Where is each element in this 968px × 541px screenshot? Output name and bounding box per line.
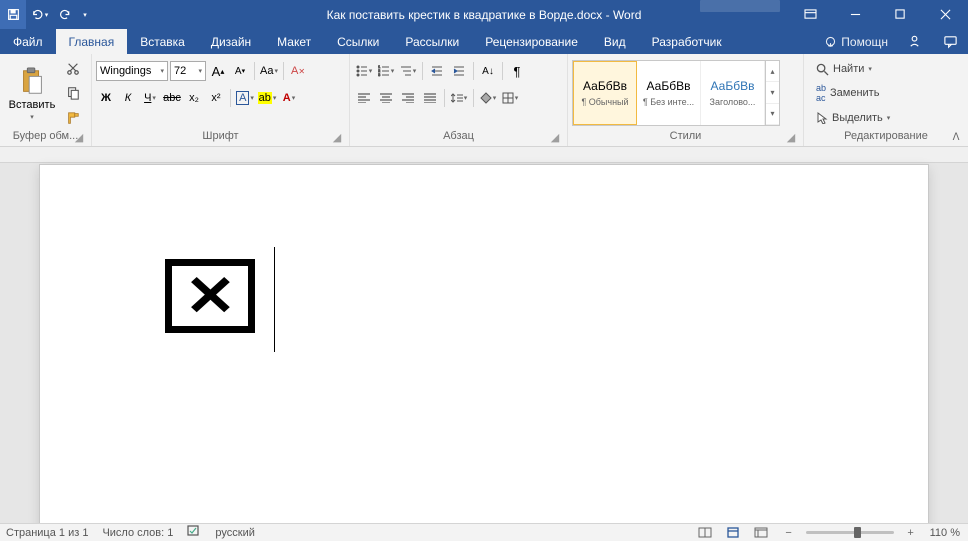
paragraph-marks-icon[interactable]: ¶ <box>507 61 527 81</box>
decrease-indent-icon[interactable] <box>427 61 447 81</box>
font-group-label: Шрифт◢ <box>96 130 345 146</box>
gallery-up-icon[interactable]: ▴ <box>766 61 779 82</box>
qat-customize-icon[interactable]: ▾ <box>78 0 92 29</box>
document-area[interactable]: ✕ <box>0 147 968 523</box>
cut-icon[interactable] <box>62 58 84 80</box>
styles-gallery[interactable]: АаБбВв ¶ Обычный АаБбВв ¶ Без инте... Аа… <box>572 60 780 126</box>
align-center-icon[interactable] <box>376 88 396 108</box>
undo-icon[interactable]: ▾ <box>26 0 52 29</box>
tab-view[interactable]: Вид <box>591 29 639 54</box>
read-mode-icon[interactable] <box>694 525 716 541</box>
gallery-more-icon[interactable]: ▾ <box>766 104 779 125</box>
style-normal[interactable]: АаБбВв ¶ Обычный <box>573 61 637 125</box>
clipboard-group-label: Буфер обм...◢ <box>4 130 87 146</box>
subscript-icon[interactable]: x₂ <box>184 88 204 108</box>
share-icon[interactable] <box>896 29 932 54</box>
clipboard-dialog-icon[interactable]: ◢ <box>73 131 85 143</box>
bold-button[interactable]: Ж <box>96 88 116 108</box>
minimize-icon[interactable] <box>833 0 878 29</box>
font-size-input[interactable]: 72▾ <box>170 61 206 81</box>
change-case-icon[interactable]: Aa <box>259 61 279 81</box>
font-dialog-icon[interactable]: ◢ <box>331 131 343 143</box>
tab-mailings[interactable]: Рассылки <box>392 29 472 54</box>
account-area <box>700 0 780 12</box>
save-icon[interactable] <box>0 0 26 29</box>
font-name-input[interactable]: Wingdings▾ <box>96 61 168 81</box>
tab-insert[interactable]: Вставка <box>127 29 198 54</box>
increase-indent-icon[interactable] <box>449 61 469 81</box>
zoom-level[interactable]: 110 % <box>930 527 960 539</box>
strike-button[interactable]: abc <box>162 88 182 108</box>
gallery-down-icon[interactable]: ▾ <box>766 82 779 103</box>
zoom-slider[interactable] <box>806 531 894 534</box>
font-color-icon[interactable]: A <box>279 88 299 108</box>
align-right-icon[interactable] <box>398 88 418 108</box>
print-layout-icon[interactable] <box>722 525 744 541</box>
copy-icon[interactable] <box>62 82 84 104</box>
text-cursor <box>274 247 275 352</box>
status-words[interactable]: Число слов: 1 <box>102 527 173 539</box>
maximize-icon[interactable] <box>878 0 923 29</box>
document-content: ✕ <box>165 259 255 333</box>
paste-label: Вставить <box>9 99 56 111</box>
highlight-icon[interactable]: ab <box>257 88 277 108</box>
shading-icon[interactable] <box>478 88 498 108</box>
bullets-icon[interactable] <box>354 61 374 81</box>
editing-group-label: Редактирование <box>808 130 964 146</box>
status-page[interactable]: Страница 1 из 1 <box>6 527 88 539</box>
superscript-icon[interactable]: x² <box>206 88 226 108</box>
paragraph-group-label: Абзац◢ <box>354 130 563 146</box>
svg-text:3: 3 <box>378 72 381 77</box>
tab-design[interactable]: Дизайн <box>198 29 264 54</box>
shrink-font-icon[interactable]: A▾ <box>230 61 250 81</box>
underline-button[interactable]: Ч <box>140 88 160 108</box>
styles-dialog-icon[interactable]: ◢ <box>785 131 797 143</box>
find-button[interactable]: Найти▾ <box>812 58 894 80</box>
tell-me-label: Помощн <box>841 35 888 49</box>
paragraph-dialog-icon[interactable]: ◢ <box>549 131 561 143</box>
collapse-ribbon-icon[interactable]: ᐱ <box>948 130 964 144</box>
tab-review[interactable]: Рецензирование <box>472 29 591 54</box>
borders-icon[interactable] <box>500 88 520 108</box>
web-layout-icon[interactable] <box>750 525 772 541</box>
sort-icon[interactable]: A↓ <box>478 61 498 81</box>
zoom-out-icon[interactable]: − <box>778 525 800 541</box>
comments-icon[interactable] <box>932 29 968 54</box>
tab-file[interactable]: Файл <box>0 29 56 54</box>
style-heading1[interactable]: АаБбВв Заголово... <box>701 61 765 125</box>
tab-layout[interactable]: Макет <box>264 29 324 54</box>
style-nospacing[interactable]: АаБбВв ¶ Без инте... <box>637 61 701 125</box>
checkbox-glyph: ✕ <box>165 259 255 333</box>
tab-developer[interactable]: Разработчик <box>639 29 735 54</box>
tell-me-input[interactable]: Помощн <box>816 35 896 49</box>
status-proofing-icon[interactable] <box>187 525 201 540</box>
multilevel-icon[interactable] <box>398 61 418 81</box>
paste-button[interactable]: Вставить ▾ <box>4 57 60 130</box>
styles-group-label: Стили◢ <box>572 130 799 146</box>
italic-button[interactable]: К <box>118 88 138 108</box>
numbering-icon[interactable]: 123 <box>376 61 396 81</box>
tab-references[interactable]: Ссылки <box>324 29 392 54</box>
close-icon[interactable] <box>923 0 968 29</box>
justify-icon[interactable] <box>420 88 440 108</box>
page[interactable]: ✕ <box>40 165 928 523</box>
tab-home[interactable]: Главная <box>56 29 128 54</box>
format-painter-icon[interactable] <box>62 107 84 129</box>
text-effects-icon[interactable]: A <box>235 88 255 108</box>
replace-button[interactable]: abacЗаменить <box>812 82 894 104</box>
select-button[interactable]: Выделить▾ <box>812 107 894 129</box>
status-language[interactable]: русский <box>215 527 254 539</box>
align-left-icon[interactable] <box>354 88 374 108</box>
grow-font-icon[interactable]: A▴ <box>208 61 228 81</box>
ruler[interactable] <box>0 147 968 163</box>
zoom-in-icon[interactable]: + <box>900 525 922 541</box>
clear-format-icon[interactable]: A✕ <box>288 61 308 81</box>
line-spacing-icon[interactable] <box>449 88 469 108</box>
ribbon-display-icon[interactable] <box>788 0 833 29</box>
redo-icon[interactable] <box>52 0 78 29</box>
